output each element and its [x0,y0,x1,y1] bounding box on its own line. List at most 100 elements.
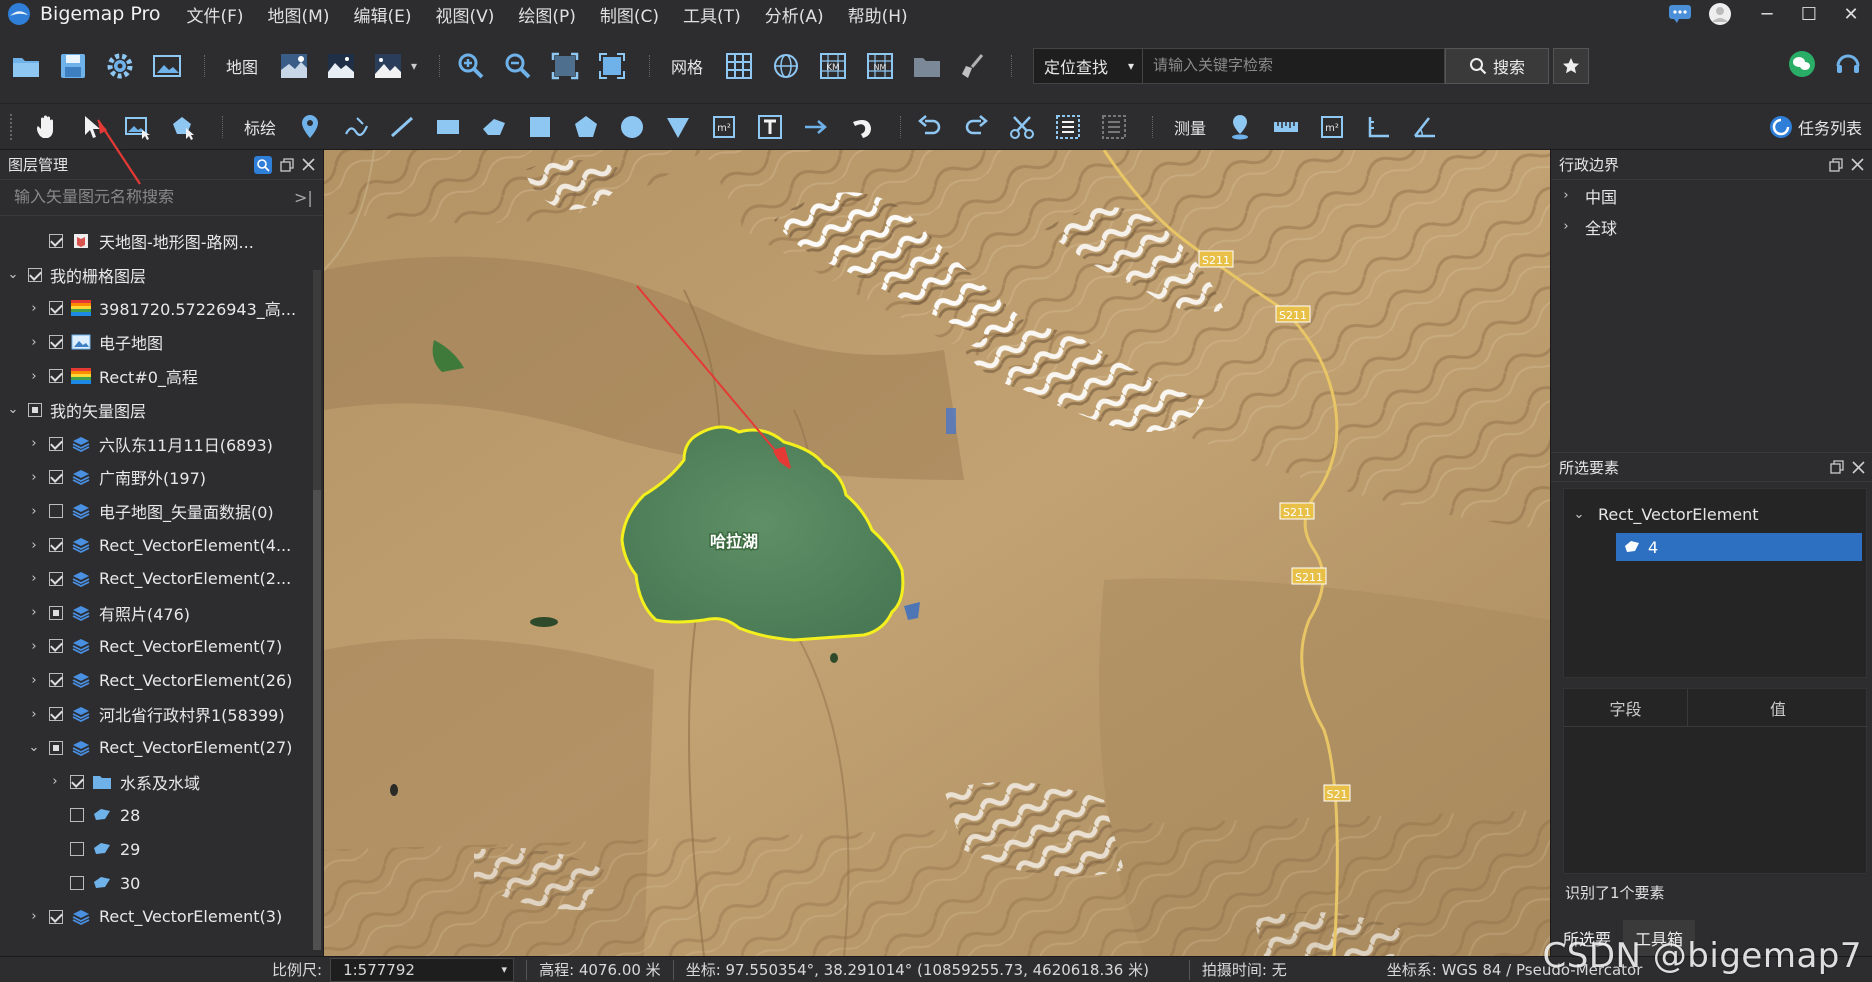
close-button[interactable]: ✕ [1830,0,1872,28]
menu-edit[interactable]: 编辑(E) [353,2,411,27]
chevron-right-icon[interactable]: › [27,639,41,654]
draw-square-icon[interactable] [522,109,558,145]
draw-polygon-icon[interactable] [476,109,512,145]
save-icon[interactable] [53,46,93,86]
column-header-value[interactable]: 值 [1688,689,1868,727]
draw-circle-icon[interactable] [614,109,650,145]
layer-checkbox[interactable] [49,369,63,384]
layer-row[interactable]: › Rect#0_高程 [0,359,312,393]
draw-rectangle-icon[interactable] [430,109,466,145]
chevron-right-icon[interactable]: › [27,538,41,553]
deselect-icon[interactable] [1096,109,1132,145]
select-all-icon[interactable] [1050,109,1086,145]
float-panel-icon[interactable] [1830,460,1844,474]
layer-row[interactable]: › 3981720.57226943_高... [0,292,312,326]
layer-row[interactable]: › 电子地图 [0,325,312,359]
edit-shape-icon[interactable] [166,109,202,145]
menu-view[interactable]: 视图(V) [435,2,494,27]
hybrid-map-icon[interactable] [368,46,408,86]
zoom-out-icon[interactable] [498,46,538,86]
scrollbar-thumb[interactable] [313,490,321,950]
layer-tree-scrollbar[interactable] [313,270,321,950]
satellite-map-icon[interactable] [274,46,314,86]
chevron-right-icon[interactable]: › [27,369,41,384]
km-grid-icon[interactable]: KM [813,46,853,86]
collapse-search-icon[interactable]: >| [294,188,313,207]
menu-help[interactable]: 帮助(H) [848,2,908,27]
minimize-button[interactable]: ─ [1746,0,1788,28]
search-button[interactable]: 搜索 [1445,47,1550,84]
layer-checkbox[interactable] [49,233,63,248]
cut-scissors-icon[interactable] [1004,109,1040,145]
full-screen-icon[interactable] [592,46,632,86]
pan-hand-icon[interactable] [28,109,64,145]
layer-checkbox[interactable] [49,571,63,586]
measure-height-icon[interactable] [1360,109,1396,145]
layer-row[interactable]: › Rect_VectorElement(7) [0,630,312,664]
column-header-field[interactable]: 字段 [1564,689,1688,727]
draw-marker-icon[interactable] [292,109,328,145]
layer-row[interactable]: › Rect_VectorElement(4... [0,528,312,562]
measure-angle-icon[interactable] [1406,109,1442,145]
layer-row[interactable]: › 有照片(476) [0,596,312,630]
draw-line-icon[interactable] [384,109,420,145]
layer-row[interactable]: › Rect_VectorElement(26) [0,663,312,697]
menu-file[interactable]: 文件(F) [186,2,243,27]
layer-checkbox[interactable] [49,335,63,350]
globe-lonlat-icon[interactable] [766,46,806,86]
layer-row[interactable]: › 广南野外(197) [0,461,312,495]
draw-freehand-icon[interactable] [338,109,374,145]
layer-checkbox[interactable] [49,470,63,485]
chevron-right-icon[interactable]: › [27,909,41,924]
chevron-right-icon[interactable]: › [27,673,41,688]
chevron-right-icon[interactable]: › [27,470,41,485]
measure-distance-icon[interactable] [1268,109,1304,145]
chevron-right-icon[interactable]: › [27,605,41,620]
draw-sector-icon[interactable] [660,109,696,145]
layer-checkbox[interactable] [49,673,63,688]
layer-row[interactable]: › 电子地图_矢量面数据(0) [0,494,312,528]
draw-arrow-icon[interactable] [798,109,834,145]
layer-checkbox[interactable] [49,538,63,553]
customer-service-icon[interactable] [1834,50,1862,82]
layer-checkbox[interactable] [49,909,63,924]
locate-mode-select[interactable]: 定位查找 ▾ [1033,47,1144,84]
undo-icon[interactable] [912,109,948,145]
chevron-right-icon[interactable]: › [27,436,41,451]
layer-checkbox[interactable] [49,301,63,316]
screenshot-image-icon[interactable] [147,46,187,86]
layer-checkbox[interactable] [49,436,63,451]
layer-checkbox[interactable] [70,876,84,891]
layer-row[interactable]: › 水系及水域 [0,765,312,799]
menu-analysis[interactable]: 分析(A) [765,2,824,27]
search-input[interactable] [1143,47,1446,84]
selected-feature-row[interactable]: 4 [1616,533,1862,561]
layer-search-input[interactable] [14,188,284,207]
favorite-star-icon[interactable] [1553,47,1590,84]
float-panel-icon[interactable] [280,157,294,172]
map-canvas[interactable]: 哈拉湖 S211 S211 S211 S211 S21 [324,150,1550,956]
measure-point-icon[interactable] [1222,109,1258,145]
toolbar-grip[interactable] [10,113,16,140]
redo-icon[interactable] [958,109,994,145]
measure-area-m2-icon[interactable]: m² [1314,109,1350,145]
selected-group-row[interactable]: ⌄ Rect_VectorElement [1564,499,1866,530]
menu-tools[interactable]: 工具(T) [683,2,741,27]
measure-area-icon[interactable]: m² [706,109,742,145]
layer-checkbox[interactable] [28,267,42,282]
task-list-button[interactable]: 任务列表 [1768,114,1862,140]
wechat-icon[interactable] [1788,50,1816,82]
zoom-extent-icon[interactable] [545,46,585,86]
layer-row[interactable]: 28 [0,799,312,833]
chevron-down-icon[interactable]: ⌄ [1568,507,1590,522]
layer-checkbox[interactable] [49,707,63,722]
layer-checkbox[interactable] [49,740,63,755]
float-panel-icon[interactable] [1829,157,1843,172]
layer-row[interactable]: 29 [0,832,312,866]
terrain-map-icon[interactable] [321,46,361,86]
admin-item-china[interactable]: › 中国 [1551,180,1872,211]
layer-checkbox[interactable] [70,808,84,823]
layer-checkbox[interactable] [49,504,63,519]
satellite-imagery[interactable]: 哈拉湖 S211 S211 S211 S211 S21 [324,150,1550,956]
close-icon[interactable] [1852,460,1865,474]
